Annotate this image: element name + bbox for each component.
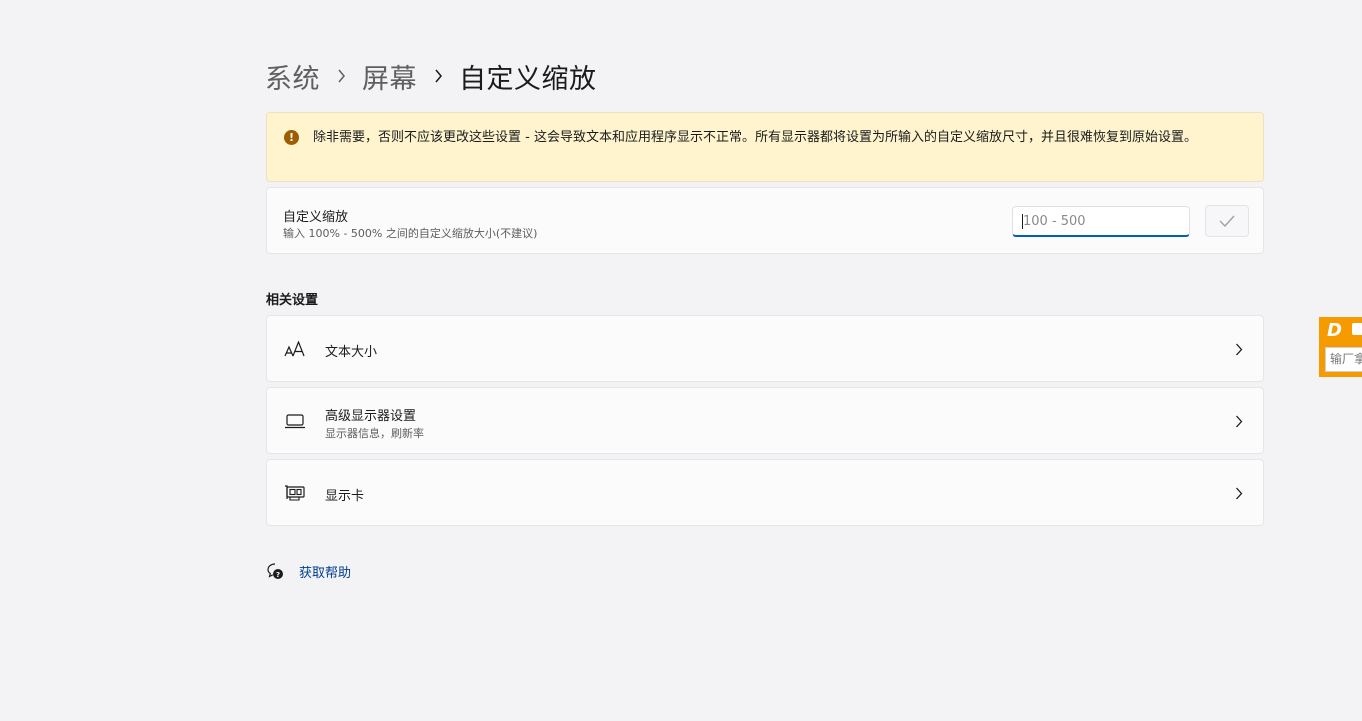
ime-indicator [1352,323,1362,335]
breadcrumb: 系统 屏幕 自定义缩放 [265,56,597,96]
warning-banner: ! 除非需要，否则不应该更改这些设置 - 这会导致文本和应用程序显示不正常。所有… [266,112,1264,182]
page-title: 自定义缩放 [459,63,597,95]
chevron-right-icon [417,69,459,83]
related-item-subtitle: 显示器信息，刷新率 [325,427,424,440]
warning-icon: ! [284,130,299,145]
warning-text: 除非需要，否则不应该更改这些设置 - 这会导致文本和应用程序显示不正常。所有显示… [313,130,1197,145]
custom-scaling-card: 自定义缩放 输入 100% - 500% 之间的自定义缩放大小(不建议) [266,187,1264,254]
related-item-graphics[interactable]: 显示卡 [266,459,1264,526]
breadcrumb-item-display[interactable]: 屏幕 [362,57,417,96]
breadcrumb-item-system[interactable]: 系统 [265,57,320,96]
graphics-card-icon [284,484,306,502]
ime-logo: D [1327,320,1342,341]
text-caret [1022,214,1023,229]
related-item-title: 文本大小 [325,345,378,360]
related-item-title: 高级显示器设置 [325,409,417,424]
chevron-right-icon [320,69,362,83]
custom-scaling-input[interactable] [1012,206,1190,237]
get-help[interactable]: ? 获取帮助 [266,562,351,581]
svg-text:?: ? [276,571,280,579]
help-chat-icon: ? [267,563,283,579]
related-item-title: 显示卡 [325,489,365,504]
get-help-link[interactable]: 获取帮助 [299,562,351,581]
text-size-icon [284,340,306,358]
custom-scaling-title: 自定义缩放 [283,210,349,225]
related-item-text-size[interactable]: 文本大小 [266,315,1264,382]
laptop-icon [284,412,306,430]
apply-scaling-button[interactable] [1205,205,1249,237]
ime-input[interactable]: 输厂拿 [1325,347,1362,372]
chevron-right-icon [1236,487,1243,500]
related-settings-heading: 相关设置 [266,293,319,308]
ime-widget[interactable]: D 输厂拿 [1319,317,1362,377]
related-item-advanced-display[interactable]: 高级显示器设置 显示器信息，刷新率 [266,387,1264,454]
chevron-right-icon [1236,415,1243,428]
chevron-right-icon [1236,343,1243,356]
custom-scaling-description: 输入 100% - 500% 之间的自定义缩放大小(不建议) [283,227,538,240]
checkmark-icon [1219,215,1235,227]
